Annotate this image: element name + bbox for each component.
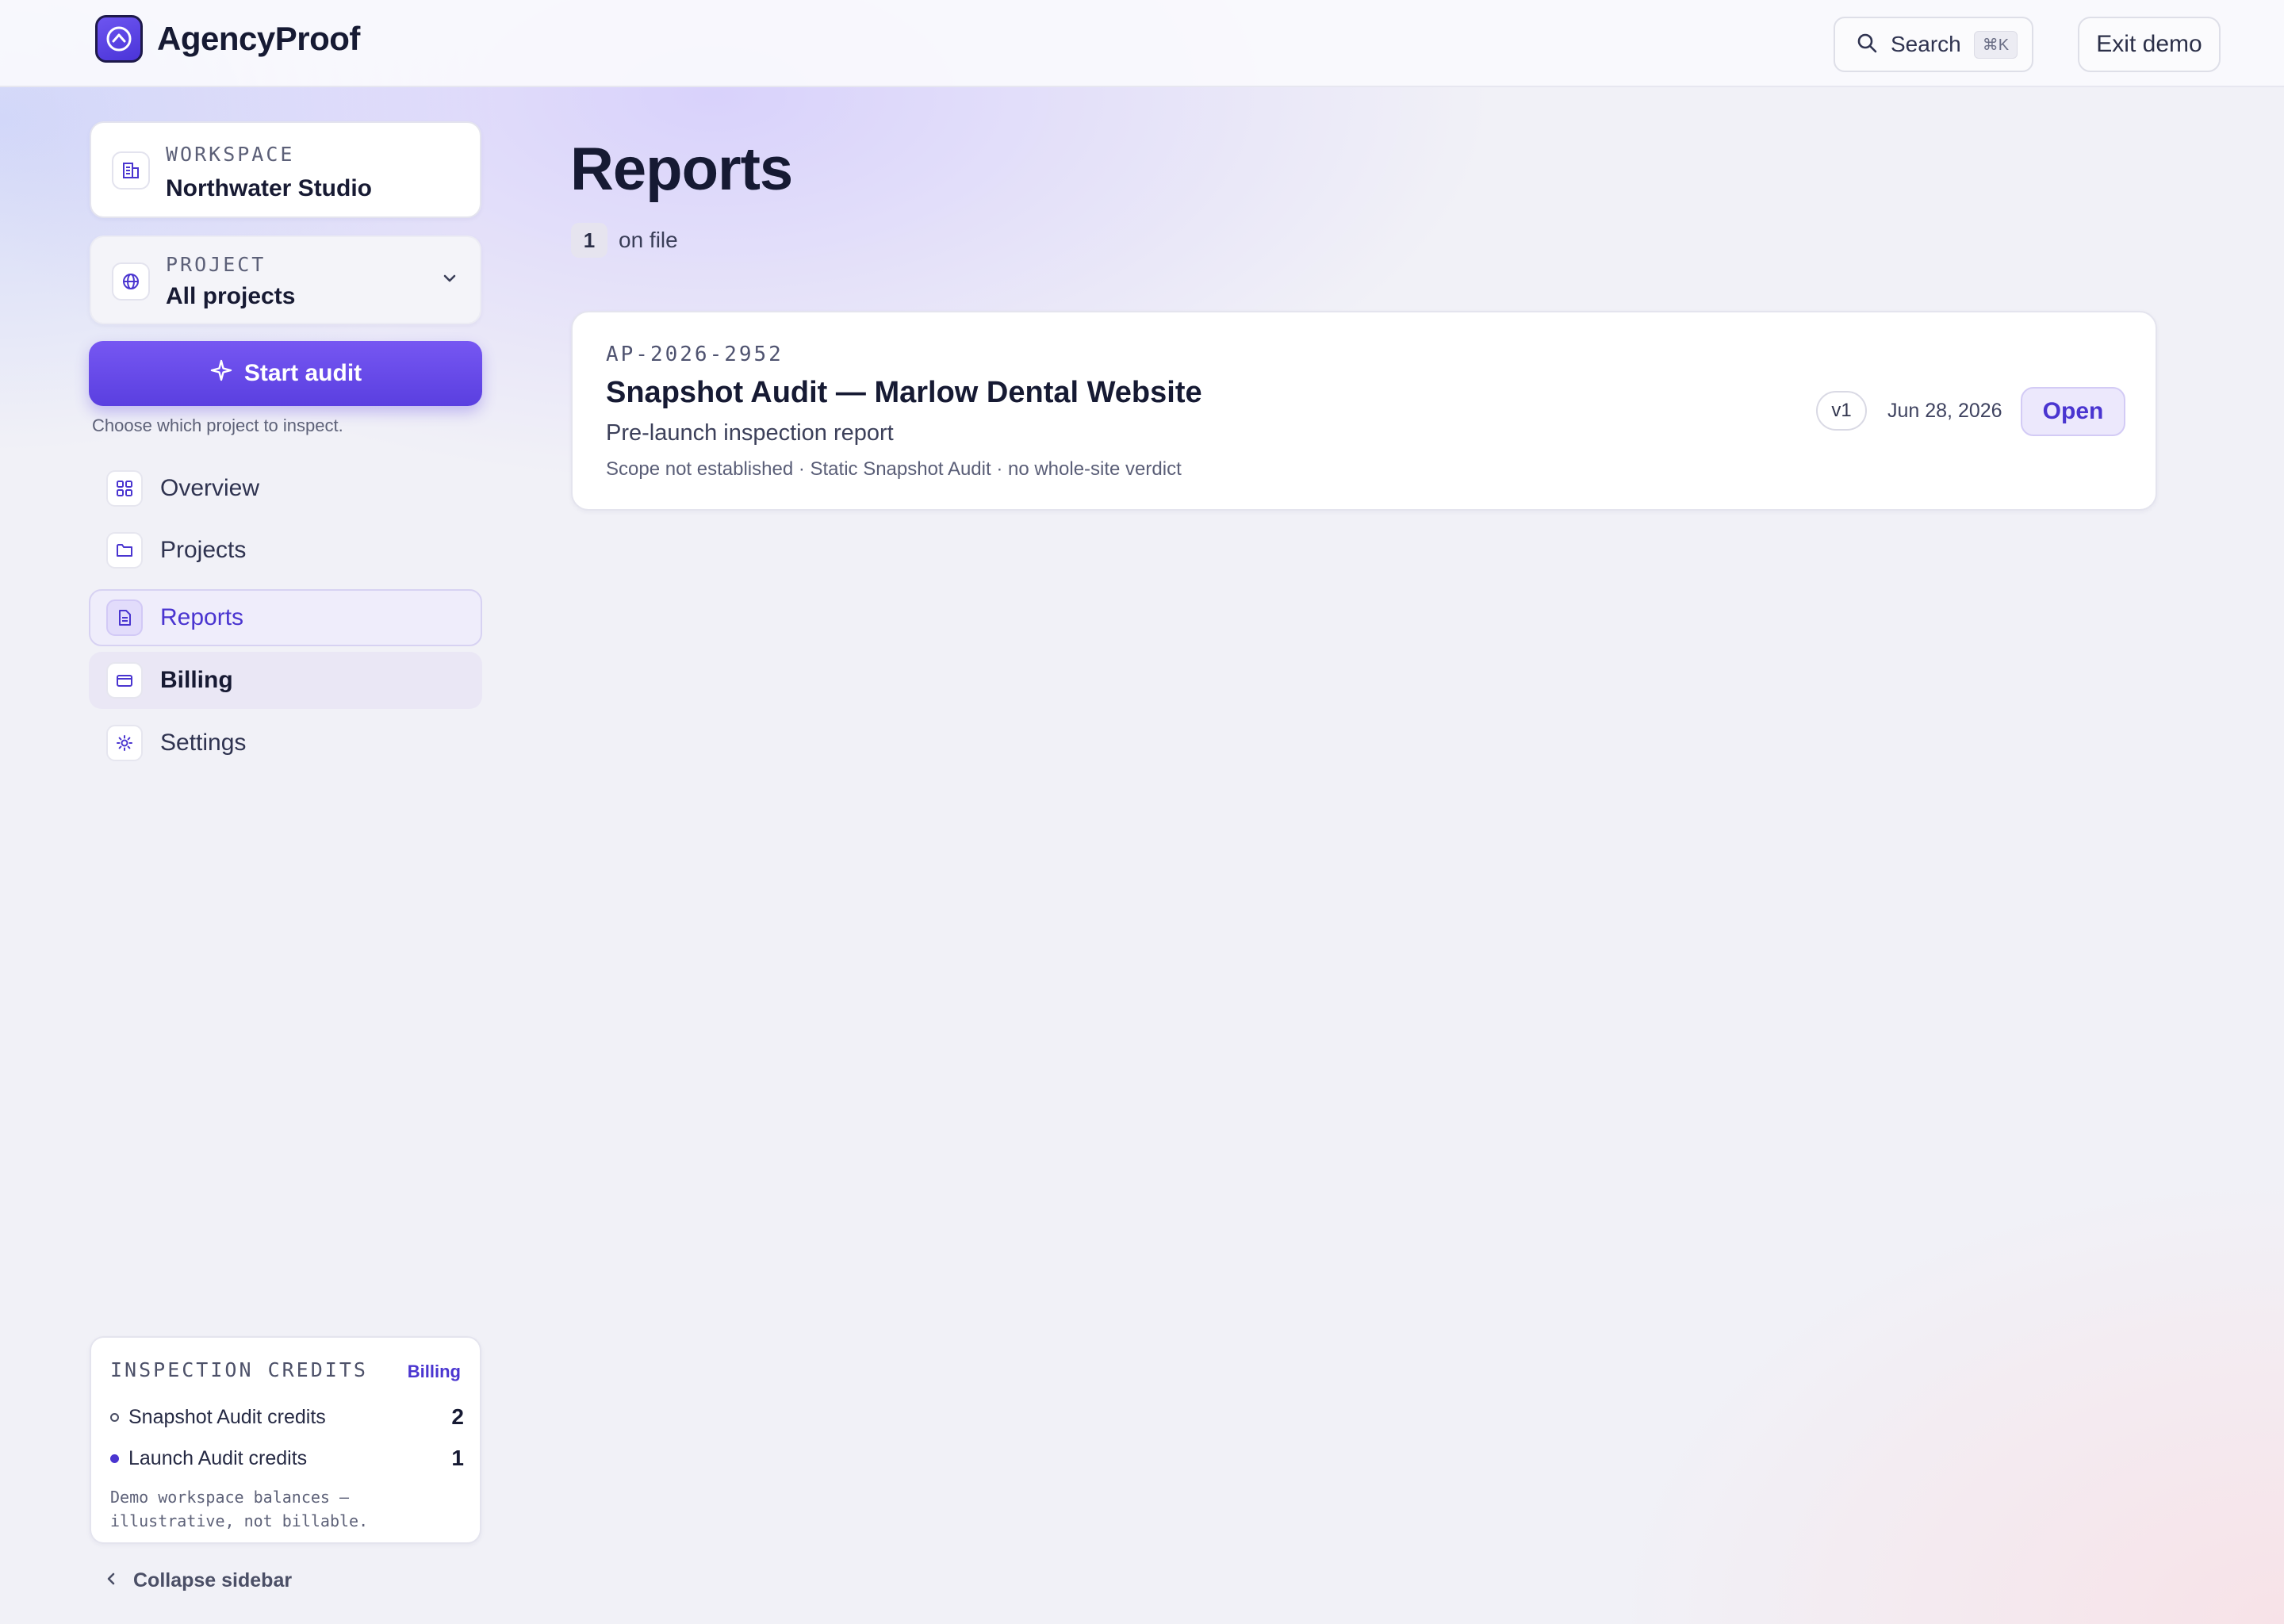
version-badge: v1 [1816,391,1867,431]
brand-logo-icon [95,15,143,63]
grid-icon [106,470,143,507]
sidebar-item-label: Overview [160,475,260,501]
report-subtitle: Pre-launch inspection report [606,420,894,446]
project-name: All projects [166,283,296,309]
start-audit-button[interactable]: Start audit [89,341,482,406]
gear-icon [106,725,143,761]
report-count-badge: 1 [571,223,607,258]
exit-demo-button[interactable]: Exit demo [2078,17,2221,72]
credit-label: Launch Audit credits [128,1446,308,1469]
report-id: AP-2026-2952 [606,343,784,366]
inspection-credits-panel: INSPECTION CREDITS Billing Snapshot Audi… [90,1336,481,1544]
sidebar-item-label: Reports [160,604,244,630]
brand-name: AgencyProof [157,20,360,57]
workspace-selector[interactable]: WORKSPACE Northwater Studio [90,121,481,218]
report-meta: Scope not established · Static Snapshot … [606,458,1182,480]
credits-title: INSPECTION CREDITS [110,1358,368,1381]
start-audit-hint: Choose which project to inspect. [92,416,343,435]
start-audit-label: Start audit [243,360,362,386]
credit-value: 2 [451,1404,464,1429]
open-report-button[interactable]: Open [2021,387,2125,436]
sidebar-item-projects[interactable]: Projects [89,522,482,579]
globe-icon [112,262,150,301]
sidebar-item-reports[interactable]: Reports [89,589,482,646]
collapse-sidebar-label: Collapse sidebar [133,1569,293,1591]
hollow-dot-icon [110,1412,119,1422]
credits-billing-link[interactable]: Billing [408,1362,461,1382]
brand[interactable]: AgencyProof [95,15,360,63]
sparkle-icon [209,358,233,389]
search-shortcut: ⌘K [1973,30,2018,59]
report-title: Snapshot Audit — Marlow Dental Website [606,376,1202,409]
credit-card-icon [106,662,143,699]
filled-dot-icon [110,1454,119,1463]
workspace-kicker: WORKSPACE [166,143,295,166]
sidebar-item-overview[interactable]: Overview [89,460,482,517]
project-selector[interactable]: PROJECT All projects [90,236,481,324]
search-label: Search [1891,32,1961,56]
building-icon [112,151,150,190]
page-title: Reports [570,136,793,203]
document-icon [106,599,143,636]
chevron-down-icon [440,269,459,292]
credit-value: 1 [451,1446,464,1470]
credits-note: Demo workspace balances — illustrative, … [110,1488,369,1530]
chevron-left-icon [103,1571,119,1591]
sidebar-item-label: Billing [160,667,233,693]
folder-icon [106,532,143,569]
top-bar: AgencyProof Search ⌘K Exit demo [0,0,2284,87]
sidebar-item-settings[interactable]: Settings [89,714,482,772]
sidebar-item-billing[interactable]: Billing [89,652,482,709]
credit-row-launch: Launch Audit credits 1 [110,1444,464,1473]
sidebar-item-label: Projects [160,537,247,563]
credit-label: Snapshot Audit credits [128,1405,326,1428]
credit-row-snapshot: Snapshot Audit credits 2 [110,1403,464,1431]
report-card[interactable]: AP-2026-2952 Snapshot Audit — Marlow Den… [571,311,2157,511]
search-button[interactable]: Search ⌘K [1834,17,2033,72]
project-kicker: PROJECT [166,253,266,276]
collapse-sidebar-button[interactable]: Collapse sidebar [103,1569,292,1592]
report-count-label: on file [619,228,678,252]
report-date: Jun 28, 2026 [1887,400,2002,422]
sidebar-item-label: Settings [160,730,247,756]
search-icon [1856,32,1878,58]
workspace-name: Northwater Studio [166,175,372,201]
